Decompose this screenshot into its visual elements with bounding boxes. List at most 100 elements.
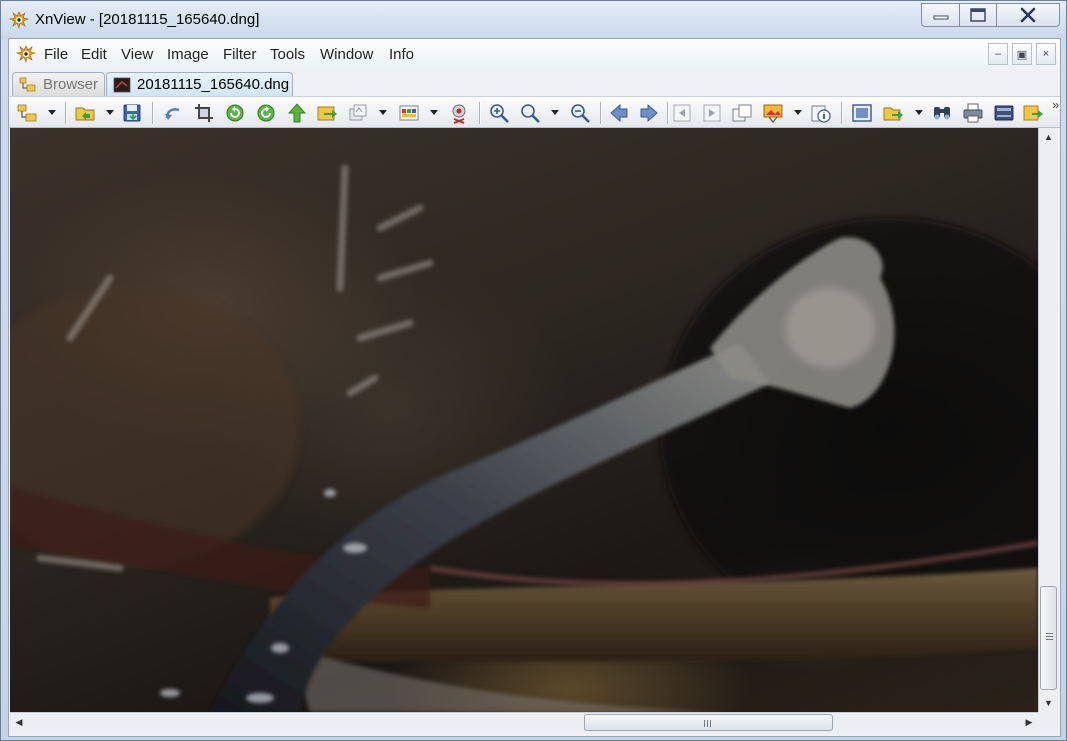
toolbar-separator bbox=[841, 102, 842, 124]
previous-button[interactable] bbox=[607, 101, 631, 125]
menu-tools[interactable]: Tools bbox=[270, 46, 305, 63]
horizontal-scroll-thumb[interactable] bbox=[584, 714, 833, 731]
vertical-scrollbar[interactable]: ▲ ▼ bbox=[1038, 128, 1058, 712]
scroll-right-arrow-icon[interactable]: ▶ bbox=[1020, 713, 1038, 732]
zoom-in-button[interactable] bbox=[487, 101, 511, 125]
palette-dropdown-arrow[interactable] bbox=[430, 110, 438, 115]
menu-filter[interactable]: Filter bbox=[223, 46, 256, 63]
scanner-button[interactable] bbox=[992, 101, 1016, 125]
toolbar: » bbox=[9, 96, 1060, 128]
menu-window[interactable]: Window bbox=[320, 46, 373, 63]
menu-info[interactable]: Info bbox=[389, 46, 414, 63]
save-icon bbox=[123, 104, 141, 122]
scroll-left-arrow-icon[interactable]: ◀ bbox=[10, 713, 28, 732]
rotate-left-button[interactable] bbox=[223, 101, 247, 125]
zoom-out-button[interactable] bbox=[568, 101, 592, 125]
acquire-button[interactable] bbox=[1021, 101, 1045, 125]
acquire-icon bbox=[1023, 105, 1043, 121]
slideshow-dropdown-arrow[interactable] bbox=[794, 110, 802, 115]
grip-line bbox=[1046, 636, 1053, 637]
browser-dropdown-arrow[interactable] bbox=[48, 110, 56, 115]
open-dropdown-arrow[interactable] bbox=[106, 110, 114, 115]
open-folder-icon bbox=[75, 107, 95, 121]
zoom-tool-button[interactable] bbox=[518, 101, 542, 125]
info-button[interactable] bbox=[809, 101, 833, 125]
toolbar-separator bbox=[479, 102, 480, 124]
zoom-dropdown-arrow[interactable] bbox=[551, 110, 559, 115]
batch-dropdown-arrow[interactable] bbox=[379, 110, 387, 115]
xnview-eye-icon bbox=[9, 11, 29, 30]
export-button[interactable] bbox=[315, 101, 339, 125]
grip-line bbox=[1046, 639, 1053, 640]
xnview-eye-icon[interactable] bbox=[16, 44, 36, 64]
fullscreen-button[interactable] bbox=[850, 101, 874, 125]
red-eye-button[interactable] bbox=[447, 101, 471, 125]
maximize-button[interactable] bbox=[959, 3, 997, 27]
info-icon bbox=[811, 105, 831, 123]
copy-to-button[interactable] bbox=[881, 101, 905, 125]
fullscreen-icon bbox=[852, 104, 872, 122]
color-palette-button[interactable] bbox=[397, 101, 421, 125]
last-page-button[interactable] bbox=[700, 101, 724, 125]
menu-file[interactable]: File bbox=[44, 46, 68, 63]
print-button[interactable] bbox=[961, 101, 985, 125]
close-button[interactable] bbox=[996, 3, 1060, 27]
image-viewport[interactable] bbox=[10, 128, 1038, 712]
copy-dropdown-arrow[interactable] bbox=[915, 110, 923, 115]
photo-canvas bbox=[10, 164, 1038, 712]
find-button[interactable] bbox=[930, 101, 954, 125]
minimize-button[interactable] bbox=[921, 3, 960, 27]
slideshow-icon bbox=[763, 104, 783, 123]
move-up-button[interactable] bbox=[285, 101, 309, 125]
child-restore-button[interactable]: ▣ bbox=[1012, 43, 1032, 65]
vertical-scroll-thumb[interactable] bbox=[1040, 586, 1057, 690]
toolbar-separator bbox=[152, 102, 153, 124]
window-title: XnView - [20181115_165640.dng] bbox=[35, 11, 260, 28]
multipage-button[interactable] bbox=[730, 101, 754, 125]
close-icon: × bbox=[1042, 48, 1050, 60]
tab-image-label: 20181115_165640.dng bbox=[137, 76, 290, 93]
child-close-button[interactable]: × bbox=[1036, 43, 1056, 65]
horizontal-scrollbar[interactable]: ◀ ▶ bbox=[10, 712, 1038, 732]
first-page-button[interactable] bbox=[670, 101, 694, 125]
rotate-right-button[interactable] bbox=[254, 101, 278, 125]
title-bar[interactable]: XnView - [20181115_165640.dng] bbox=[1, 1, 1066, 39]
next-icon bbox=[640, 103, 658, 123]
scroll-down-arrow-icon[interactable]: ▼ bbox=[1039, 694, 1058, 712]
scroll-up-arrow-icon[interactable]: ▲ bbox=[1039, 128, 1058, 146]
grip-line bbox=[707, 720, 708, 727]
menu-edit[interactable]: Edit bbox=[81, 46, 107, 63]
undo-button[interactable] bbox=[161, 101, 185, 125]
menu-image[interactable]: Image bbox=[167, 46, 209, 63]
crop-button[interactable] bbox=[192, 101, 216, 125]
scrollbar-corner bbox=[1038, 712, 1058, 732]
menu-view[interactable]: View bbox=[121, 46, 153, 63]
last-page-icon bbox=[703, 104, 721, 122]
copy-to-icon bbox=[883, 107, 903, 121]
grip-line bbox=[710, 720, 711, 727]
browser-button[interactable] bbox=[15, 101, 39, 125]
move-up-icon bbox=[287, 103, 307, 123]
batch-convert-icon bbox=[349, 104, 367, 121]
color-palette-icon bbox=[399, 105, 419, 121]
rotate-right-icon bbox=[257, 104, 275, 122]
undo-icon bbox=[165, 108, 180, 120]
rotate-left-icon bbox=[226, 104, 244, 122]
crop-icon bbox=[195, 104, 213, 122]
tab-bar: Browser 20181115_165640.dng bbox=[9, 69, 1060, 96]
document-frame: File Edit View Image Filter Tools Window… bbox=[8, 38, 1061, 737]
tab-image[interactable]: 20181115_165640.dng bbox=[106, 72, 293, 96]
menu-bar: File Edit View Image Filter Tools Window… bbox=[9, 39, 1060, 69]
batch-convert-button[interactable] bbox=[346, 101, 370, 125]
child-minimize-button[interactable]: – bbox=[988, 43, 1008, 65]
browser-tree-icon bbox=[17, 104, 37, 122]
save-button[interactable] bbox=[120, 101, 144, 125]
open-button[interactable] bbox=[73, 101, 97, 125]
toolbar-overflow-icon[interactable]: » bbox=[1052, 98, 1058, 112]
tab-browser[interactable]: Browser bbox=[12, 72, 105, 96]
toolbar-separator bbox=[65, 102, 66, 124]
slideshow-button[interactable] bbox=[761, 101, 785, 125]
next-button[interactable] bbox=[637, 101, 661, 125]
close-icon bbox=[1020, 7, 1036, 23]
multipage-icon bbox=[732, 104, 752, 122]
